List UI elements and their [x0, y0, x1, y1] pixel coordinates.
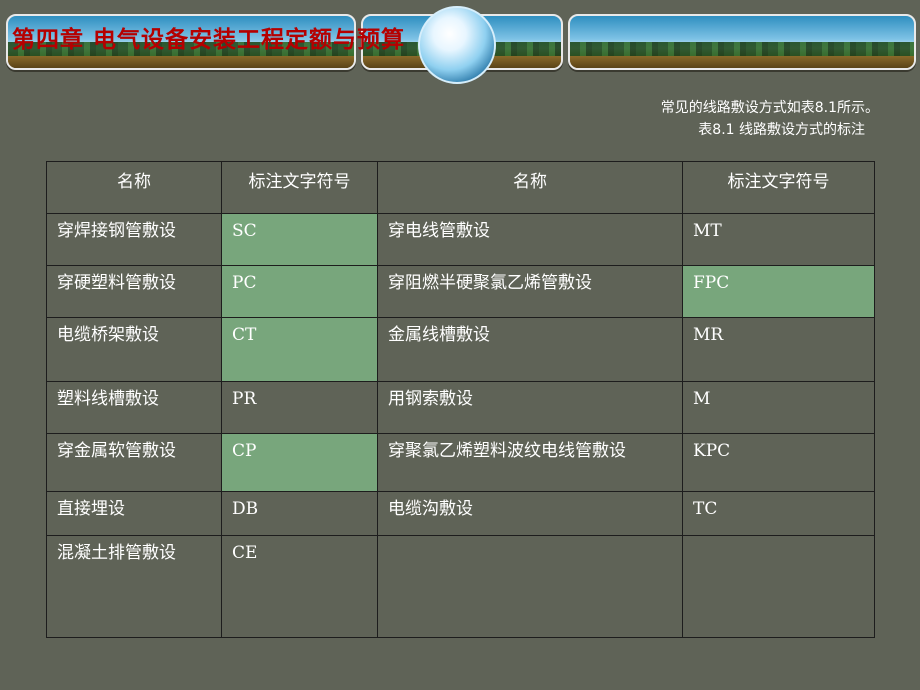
slide: 第四章 电气设备安装工程定额与预算 常见的线路敷设方式如表8.1所示。 表8.1…	[0, 0, 920, 690]
code-cell: CP	[221, 433, 378, 492]
code-cell: FPC	[682, 265, 875, 318]
table-row: 混凝土排管敷设 CE	[46, 535, 875, 638]
code-cell	[682, 535, 875, 638]
name-cell: 穿焊接钢管敷设	[46, 213, 222, 266]
column-header-code: 标注文字符号	[682, 161, 875, 214]
slide-title: 第四章 电气设备安装工程定额与预算	[12, 26, 406, 53]
code-cell: SC	[221, 213, 378, 266]
ground-decoration	[570, 56, 914, 68]
code-cell: DB	[221, 491, 378, 536]
column-header-name: 名称	[377, 161, 683, 214]
code-cell: PR	[221, 381, 378, 434]
code-cell: TC	[682, 491, 875, 536]
code-cell: PC	[221, 265, 378, 318]
table-row: 塑料线槽敷设 PR 用钢索敷设 M	[46, 381, 875, 434]
header-banner-right	[568, 14, 916, 70]
tree-line-decoration	[570, 42, 914, 56]
column-header-code: 标注文字符号	[221, 161, 378, 214]
name-cell: 用钢索敷设	[377, 381, 683, 434]
code-cell: KPC	[682, 433, 875, 492]
table-row: 穿金属软管敷设 CP 穿聚氯乙烯塑料波纹电线管敷设 KPC	[46, 433, 875, 492]
intro-caption: 常见的线路敷设方式如表8.1所示。	[660, 100, 879, 116]
name-cell: 塑料线槽敷设	[46, 381, 222, 434]
table-row: 穿焊接钢管敷设 SC 穿电线管敷设 MT	[46, 213, 875, 266]
column-header-name: 名称	[46, 161, 222, 214]
table-caption: 表8.1 线路敷设方式的标注	[698, 122, 865, 138]
wiring-method-table: 名称 标注文字符号 名称 标注文字符号 穿焊接钢管敷设 SC 穿电线管敷设 MT…	[46, 161, 875, 638]
code-cell: M	[682, 381, 875, 434]
code-cell: MR	[682, 317, 875, 382]
name-cell: 穿阻燃半硬聚氯乙烯管敷设	[377, 265, 683, 318]
table-row: 电缆桥架敷设 CT 金属线槽敷设 MR	[46, 317, 875, 382]
table-row: 穿硬塑料管敷设 PC 穿阻燃半硬聚氯乙烯管敷设 FPC	[46, 265, 875, 318]
name-cell: 穿金属软管敷设	[46, 433, 222, 492]
name-cell: 穿电线管敷设	[377, 213, 683, 266]
code-cell: CT	[221, 317, 378, 382]
ground-decoration	[8, 56, 354, 68]
globe-icon	[418, 6, 496, 84]
name-cell: 穿聚氯乙烯塑料波纹电线管敷设	[377, 433, 683, 492]
name-cell: 金属线槽敷设	[377, 317, 683, 382]
code-cell: MT	[682, 213, 875, 266]
name-cell	[377, 535, 683, 638]
name-cell: 穿硬塑料管敷设	[46, 265, 222, 318]
name-cell: 混凝土排管敷设	[46, 535, 222, 638]
name-cell: 电缆沟敷设	[377, 491, 683, 536]
table-header-row: 名称 标注文字符号 名称 标注文字符号	[46, 161, 875, 214]
code-cell: CE	[221, 535, 378, 638]
name-cell: 直接埋设	[46, 491, 222, 536]
name-cell: 电缆桥架敷设	[46, 317, 222, 382]
table-row: 直接埋设 DB 电缆沟敷设 TC	[46, 491, 875, 536]
